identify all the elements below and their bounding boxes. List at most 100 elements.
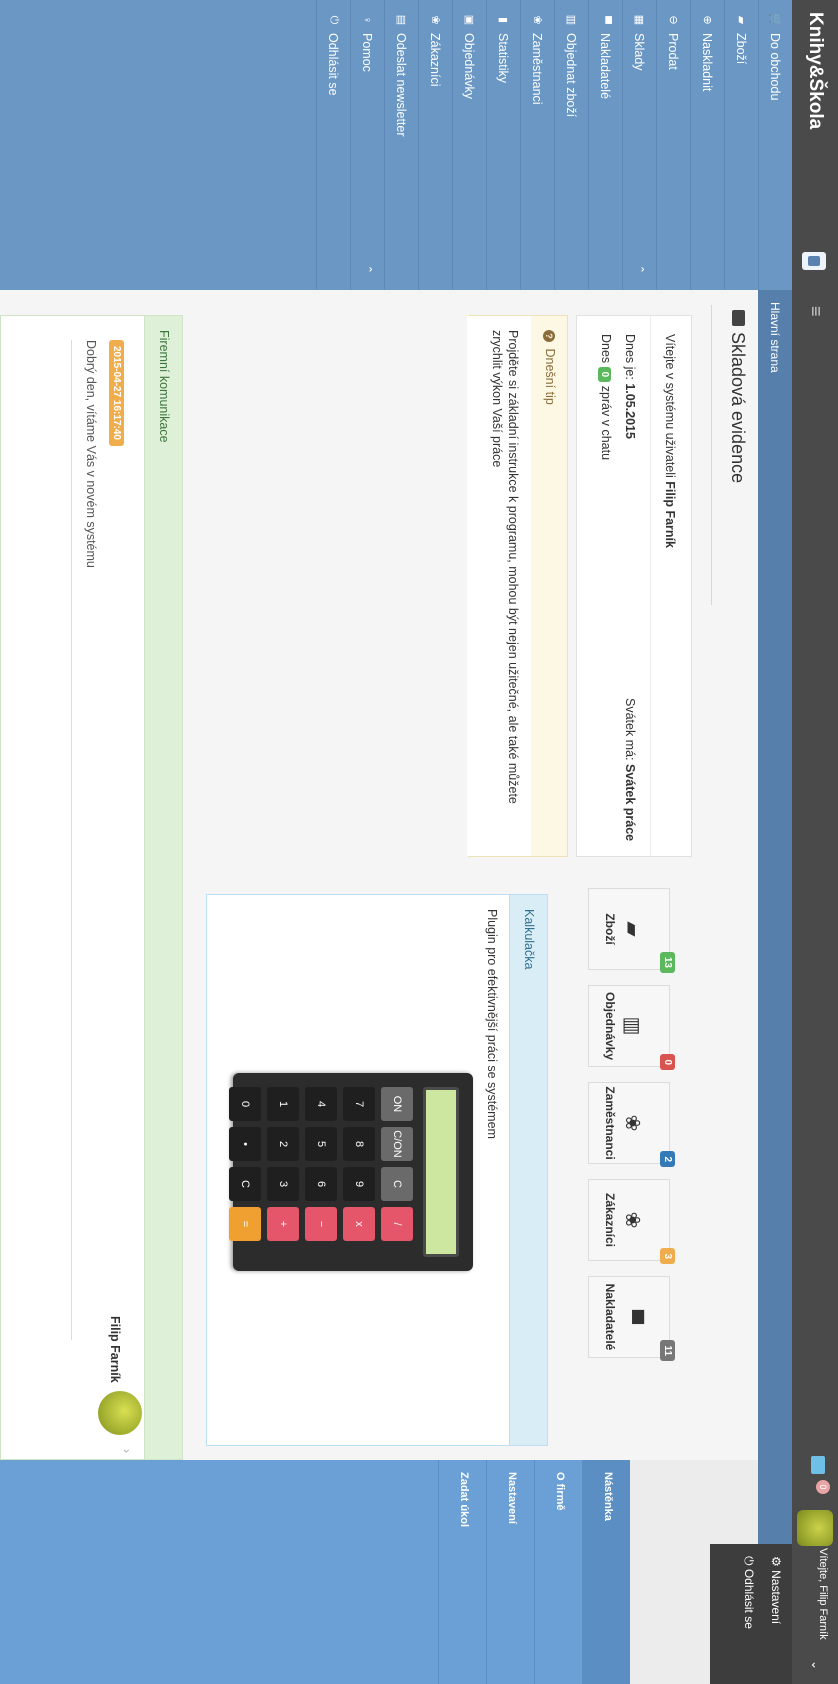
sidebar-item-label: Prodat <box>666 33 681 70</box>
message-text: Dobrý den, vítáme Vás v novém systému <box>84 340 98 568</box>
tab-1[interactable]: O firmě <box>534 1460 582 1684</box>
chevron-up-icon[interactable]: ⌃ <box>633 265 646 274</box>
sidebar-item-13[interactable]: ⏻ Odhlásit se <box>316 0 350 290</box>
calculator-row: ON C/ON C / <box>381 1087 413 1257</box>
chat-prefix: Dnes <box>599 334 613 367</box>
user-menu-caret-icon[interactable]: ⌄ <box>809 1660 823 1670</box>
sidebar-item-6[interactable]: ▥ Objednat zboží <box>554 0 588 290</box>
sidebar-item-label: Statistiky <box>496 33 511 84</box>
shortcut-tile-3[interactable]: ❀ Zákazníci 3 <box>588 1179 675 1264</box>
brand-title[interactable]: Knihy&Škola <box>804 12 826 129</box>
welcome-line: Vítejte v systému uživateli Filip Farník <box>663 334 677 548</box>
calculator-key[interactable]: 9 <box>343 1167 375 1201</box>
sidebar-item-0[interactable]: 🛒 Do obchodu <box>758 0 792 290</box>
top-bar: ≡ 0 Vítejte, Filip Farník ⌄ <box>792 290 838 1684</box>
tab-3[interactable]: Zadat úkol <box>438 1460 486 1684</box>
sidebar-item-2[interactable]: ⊕ Naskladnit <box>690 0 724 290</box>
sidebar-menu: 🛒 Do obchodu ▰ Zboží ⊕ Naskladnit ⊖ Prodat ▦ Skla… <box>316 0 792 290</box>
user-welcome-text[interactable]: Vítejte, Filip Farník <box>816 1548 829 1644</box>
sidebar-item-3[interactable]: ⊖ Prodat <box>656 0 690 290</box>
shortcut-tile-2[interactable]: ❀ Zaměstnanci 2 <box>588 1082 675 1167</box>
power-icon: ⏻ <box>742 1556 756 1566</box>
calculator-row: 1 2 3 + <box>267 1087 299 1257</box>
date-value: 1.05.2015 <box>623 383 637 439</box>
plus-circle-icon: ⊕ <box>701 15 713 25</box>
calculator-key[interactable]: 6 <box>305 1167 337 1201</box>
sidebar-item-4[interactable]: ▦ Sklady ⌃ <box>622 0 656 290</box>
calculator-key[interactable]: C <box>229 1167 261 1201</box>
calculator-key[interactable]: 0 <box>229 1087 261 1121</box>
calculator-key[interactable]: − <box>305 1207 337 1241</box>
chevron-up-icon[interactable]: ⌃ <box>361 265 374 274</box>
calculator-key[interactable]: x <box>343 1207 375 1241</box>
calculator-key[interactable]: 4 <box>305 1087 337 1121</box>
calculator-key[interactable]: 3 <box>267 1167 299 1201</box>
calculator-keypad: ON C/ON C / 7 8 9 x 4 5 6 − 1 2 3 +0 • C = <box>229 1087 413 1257</box>
shortcut-tile-4[interactable]: ▀ Nakladatelé 11 <box>588 1276 675 1361</box>
sidebar: Knihy&Škola 🛒 Do obchodu ▰ Zboží ⊕ Naskladnit… <box>0 0 838 290</box>
book-icon: ▰ <box>735 15 747 25</box>
calculator-key[interactable]: + <box>267 1207 299 1241</box>
tab-2[interactable]: Nastavení <box>486 1460 534 1684</box>
calculator-key[interactable]: 2 <box>267 1127 299 1161</box>
shortcut-tile-0[interactable]: ▰ Zboží 13 <box>588 888 675 973</box>
holiday-line: Svátek má: Svátek práce <box>623 698 637 841</box>
sidebar-item-11[interactable]: ▤ Odeslat newsletter <box>384 0 418 290</box>
sidebar-item-8[interactable]: ▮ Statistiky <box>486 0 520 290</box>
calculator-key[interactable]: 1 <box>267 1087 299 1121</box>
mail-count-badge: 0 <box>816 1480 830 1494</box>
sidebar-item-1[interactable]: ▰ Zboží <box>724 0 758 290</box>
calculator-key[interactable]: 7 <box>343 1087 375 1121</box>
tip-card: ? Dnešní tip Projděte si základní instru… <box>467 315 568 857</box>
tile-count-badge: 3 <box>660 1248 675 1264</box>
cart-icon: 🛒 <box>769 13 781 27</box>
sidebar-item-label: Naskladnit <box>700 33 715 92</box>
sidebar-item-label: Objednávky <box>462 33 477 100</box>
calculator-key[interactable]: 5 <box>305 1127 337 1161</box>
book-icon <box>732 310 745 326</box>
sidebar-item-label: Pomoc <box>360 33 375 72</box>
calculator-key[interactable]: / <box>381 1207 413 1241</box>
calculator-row: 0 • C = <box>229 1087 261 1257</box>
sidebar-item-label: Zaměstnanci <box>530 33 545 105</box>
grid-icon: ▦ <box>633 14 645 26</box>
help-icon: ♀ <box>361 15 374 25</box>
truck-icon: ▀ <box>599 16 612 24</box>
hamburger-menu-icon[interactable]: ≡ <box>805 306 826 317</box>
users-icon: ❀ <box>531 15 543 25</box>
tile-count-badge: 13 <box>660 951 675 973</box>
orders-icon: ▣ <box>463 14 475 26</box>
shortcut-tile-1[interactable]: ▥ Objednávky 0 <box>588 985 675 1070</box>
tip-title-text: Dnešní tip <box>543 348 557 405</box>
brand-bar: Knihy&Škola <box>792 0 838 290</box>
sidebar-item-label: Objednat zboží <box>564 33 579 118</box>
sidebar-item-7[interactable]: ❀ Zaměstnanci <box>520 0 554 290</box>
chat-count-badge: 0 <box>598 366 611 383</box>
calculator-key[interactable]: ON <box>381 1087 413 1121</box>
chevron-right-icon[interactable]: › <box>120 1449 134 1453</box>
chart-icon: ▮ <box>497 16 509 24</box>
calculator-key[interactable]: C <box>381 1167 413 1201</box>
sidebar-item-label: Sklady <box>632 33 647 71</box>
dropdown-settings[interactable]: ⚙ Nastavení <box>765 1544 792 1684</box>
sidebar-item-12[interactable]: ♀ Pomoc ⌃ <box>350 0 384 290</box>
sidebar-item-5[interactable]: ▀ Nakladatelé <box>588 0 622 290</box>
chat-suffix: zpráv v chatu <box>599 382 613 461</box>
sidebar-item-9[interactable]: ▣ Objednávky <box>452 0 486 290</box>
calculator-key[interactable]: • <box>229 1127 261 1161</box>
mail-icon[interactable] <box>811 1456 825 1474</box>
breadcrumb[interactable]: Hlavní strana <box>768 302 782 373</box>
user-avatar[interactable] <box>797 1510 833 1546</box>
calculator-subtitle: Plugin pro efektivnější práci se systéme… <box>485 909 499 1139</box>
page-title: Skladová evidence <box>727 310 748 483</box>
holiday-prefix: Svátek má: <box>623 698 637 764</box>
calculator-key[interactable]: C/ON <box>381 1127 413 1161</box>
breadcrumb-bar: Hlavní strana <box>758 290 792 1684</box>
sidebar-item-10[interactable]: ❀ Zákazníci <box>418 0 452 290</box>
sidebar-item-label: Odeslat newsletter <box>394 33 409 137</box>
calculator-key[interactable]: = <box>229 1207 261 1241</box>
dropdown-logout[interactable]: ⏻ Odhlásit se <box>737 1544 765 1684</box>
tab-0[interactable]: Nástěnka <box>582 1460 630 1684</box>
brand-logo-icon <box>802 252 826 270</box>
calculator-key[interactable]: 8 <box>343 1127 375 1161</box>
